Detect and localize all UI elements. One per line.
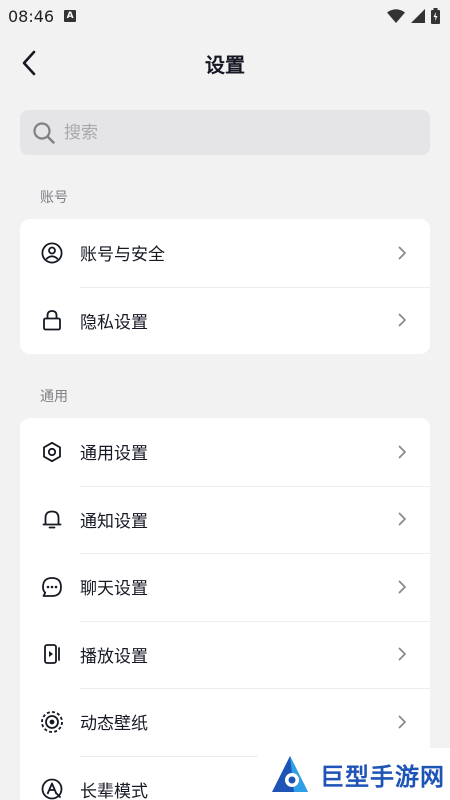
notification-app-icon: A — [64, 10, 77, 22]
watermark-text: 巨型手游网 — [320, 762, 445, 791]
search-bar[interactable] — [20, 110, 430, 155]
page-title: 设置 — [205, 52, 245, 77]
settings-item-label: 聊天设置 — [80, 579, 148, 600]
settings-item-label: 隐私设置 — [80, 312, 148, 333]
settings-item-label: 通知设置 — [80, 511, 148, 532]
chat-bubble-icon — [40, 575, 64, 599]
search-input[interactable] — [64, 122, 364, 143]
settings-item-chat[interactable]: 聊天设置 — [20, 553, 430, 621]
settings-item-label: 通用设置 — [80, 444, 148, 465]
chevron-right-icon — [398, 445, 406, 459]
user-circle-icon — [40, 241, 64, 265]
chevron-right-icon — [398, 647, 406, 661]
status-bar: 08:46 A — [0, 0, 450, 32]
settings-item-label: 动态壁纸 — [80, 714, 148, 735]
watermark-emblem-icon — [272, 756, 308, 792]
chevron-right-icon — [398, 313, 406, 327]
play-phone-icon — [40, 642, 64, 666]
general-card: 通用设置 通知设置 聊天设置 播放设置 动态壁纸 长辈模式 — [20, 418, 430, 800]
battery-icon — [431, 8, 440, 24]
settings-item-privacy[interactable]: 隐私设置 — [20, 286, 430, 355]
watermark-logo: 巨型手游网 — [258, 748, 450, 800]
header: 设置 — [0, 32, 450, 94]
chevron-left-icon — [22, 50, 36, 76]
wallpaper-icon — [40, 710, 64, 734]
gear-icon — [40, 440, 64, 464]
settings-item-playback[interactable]: 播放设置 — [20, 620, 430, 689]
signal-icon — [411, 9, 425, 23]
lock-icon — [40, 308, 64, 332]
bell-icon — [40, 507, 64, 531]
chevron-right-icon — [398, 580, 406, 594]
wifi-icon — [387, 9, 405, 23]
search-icon — [33, 121, 55, 144]
settings-item-general[interactable]: 通用设置 — [20, 418, 430, 486]
elder-mode-icon — [40, 777, 64, 800]
section-label-account: 账号 — [40, 190, 68, 206]
chevron-right-icon — [398, 246, 406, 260]
settings-item-account-security[interactable]: 账号与安全 — [20, 219, 430, 287]
settings-item-notifications[interactable]: 通知设置 — [20, 485, 430, 554]
chevron-right-icon — [398, 715, 406, 729]
chevron-right-icon — [398, 512, 406, 526]
section-label-general: 通用 — [40, 389, 68, 405]
account-card: 账号与安全 隐私设置 — [20, 219, 430, 354]
settings-item-live-wallpaper[interactable]: 动态壁纸 — [20, 688, 430, 756]
back-button[interactable] — [12, 46, 46, 80]
status-time: 08:46 — [8, 6, 55, 26]
settings-item-label: 播放设置 — [80, 646, 148, 667]
settings-item-label: 账号与安全 — [80, 245, 165, 266]
